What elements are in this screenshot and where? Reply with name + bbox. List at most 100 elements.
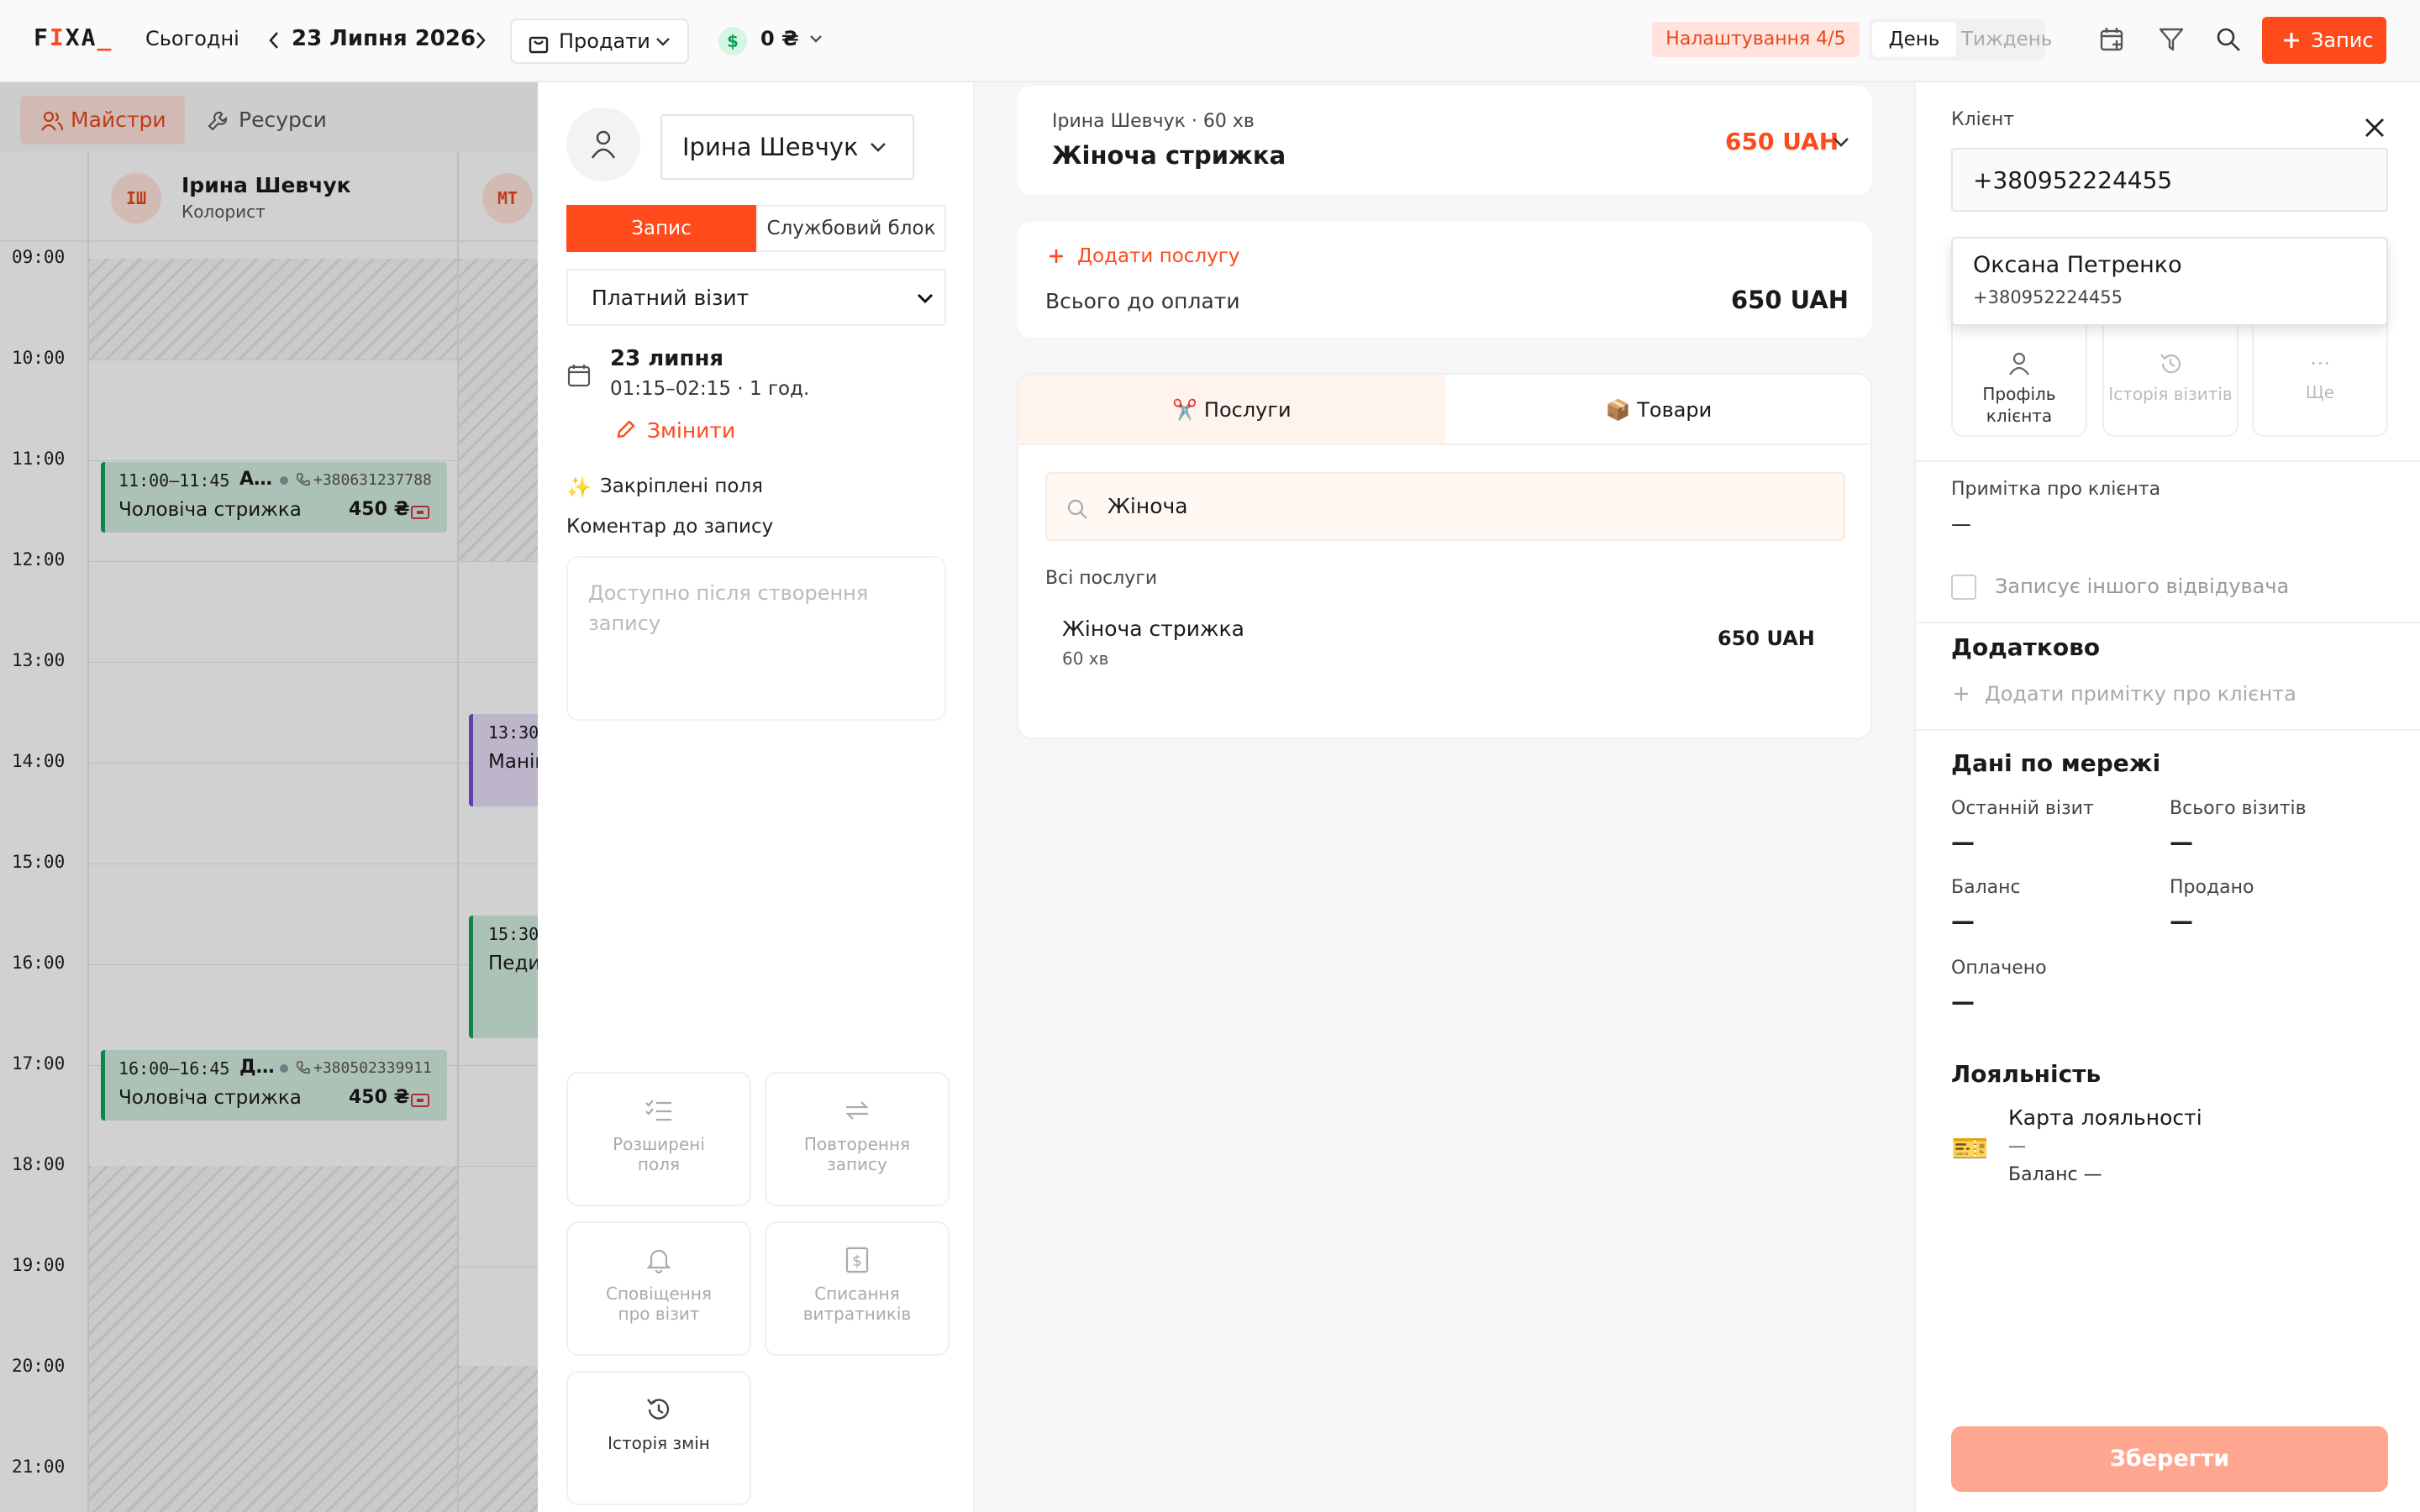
extended-fields-button[interactable]: Розширені поля bbox=[566, 1072, 751, 1206]
client-phone-input[interactable]: +380952224455 bbox=[1951, 148, 2388, 212]
current-date: 23 Липня 2026 bbox=[292, 26, 476, 51]
history-icon bbox=[2159, 351, 2182, 376]
search-icon[interactable] bbox=[2215, 26, 2242, 53]
suggestion-phone: +380952224455 bbox=[1973, 287, 2123, 307]
network-section-title: Дані по мережі bbox=[1951, 749, 2161, 777]
svg-text:$: $ bbox=[852, 1252, 861, 1270]
client-profile-button[interactable]: Профіль клієнта bbox=[1951, 307, 2087, 437]
users-icon bbox=[40, 110, 64, 132]
more-label: Ще bbox=[2305, 382, 2335, 402]
cash-icon: $ bbox=[718, 27, 747, 55]
user-icon bbox=[2007, 351, 2031, 376]
visit-type-select[interactable]: Платний візит bbox=[566, 269, 946, 326]
hour-label: 14:00 bbox=[12, 751, 66, 771]
balance-value[interactable]: 0 ₴ bbox=[760, 27, 799, 50]
tab-week[interactable]: Тиждень bbox=[1961, 22, 2052, 57]
appointment-card[interactable]: 15:30 Педи bbox=[469, 916, 538, 1038]
tab-goods[interactable]: 📦 Товари bbox=[1445, 375, 1872, 445]
sell-dropdown[interactable]: Продати bbox=[510, 18, 689, 64]
stat-label: Всього візитів bbox=[2170, 798, 2307, 819]
tab-day[interactable]: День bbox=[1872, 22, 1956, 57]
wrench-icon bbox=[207, 110, 229, 132]
total-label: Всього до оплати bbox=[1045, 289, 1240, 313]
change-time-link[interactable]: Змінити bbox=[647, 418, 735, 443]
appointment-card[interactable]: 16:00–16:45 Д… +380502339911 Чоловіча ст… bbox=[101, 1050, 447, 1121]
status-dot bbox=[280, 476, 288, 485]
search-value: Жіноча bbox=[1107, 494, 1188, 518]
add-client-note-link[interactable]: Додати примітку про клієнта bbox=[1985, 682, 2296, 706]
more-button[interactable]: ⋯ Ще bbox=[2252, 307, 2388, 437]
pinned-fields-label[interactable]: Закріплені поля bbox=[600, 475, 763, 497]
calendar-add-icon[interactable] bbox=[2099, 26, 2126, 53]
save-button[interactable]: Зберегти bbox=[1951, 1426, 2388, 1492]
client-label: Клієнт bbox=[1951, 109, 2015, 130]
appointment-phone: +380502339911 bbox=[313, 1059, 432, 1077]
balance-chevron-icon[interactable] bbox=[808, 32, 823, 47]
tab-booking[interactable]: Запис bbox=[566, 205, 756, 252]
service-search-input[interactable]: Жіноча bbox=[1045, 472, 1845, 541]
add-service-link[interactable]: Додати послугу bbox=[1077, 245, 1239, 267]
loyalty-card-label: Карта лояльності bbox=[2008, 1105, 2202, 1130]
chevron-down-icon[interactable] bbox=[1832, 134, 1850, 151]
notifications-button[interactable]: Сповіщення про візит bbox=[566, 1221, 751, 1356]
appointment-client: А… bbox=[239, 469, 273, 490]
today-button[interactable]: Сьогодні bbox=[145, 27, 239, 50]
hour-label: 12:00 bbox=[12, 549, 66, 570]
service-price: 650 UAH bbox=[1718, 627, 1815, 650]
plus-icon[interactable] bbox=[1953, 685, 1970, 702]
suggestion-name: Оксана Петренко bbox=[1973, 252, 2182, 278]
visit-history-button[interactable]: Історія візитів bbox=[2102, 307, 2238, 437]
services-catalog: ✂️ Послуги 📦 Товари Жіноча Всі послуги Ж… bbox=[1017, 373, 1872, 739]
appointment-phone: +380631237788 bbox=[313, 471, 432, 489]
services-panel: Ірина Шевчук · 60 хв Жіноча стрижка 650 … bbox=[975, 82, 1914, 1512]
appointment-card[interactable]: 13:30 Манік bbox=[469, 714, 538, 806]
hour-label: 19:00 bbox=[12, 1255, 66, 1275]
phone-icon bbox=[295, 472, 310, 487]
setup-progress-badge[interactable]: Налаштування 4/5 bbox=[1652, 22, 1860, 57]
new-booking-button[interactable]: Запис bbox=[2262, 17, 2386, 64]
app-logo[interactable]: FIXA_ bbox=[34, 24, 113, 51]
selected-service-card[interactable]: Ірина Шевчук · 60 хв Жіноча стрижка 650 … bbox=[1017, 86, 1872, 195]
appointment-time: 16:00–16:45 bbox=[118, 1058, 230, 1079]
client-suggestion[interactable]: Оксана Петренко +380952224455 bbox=[1951, 237, 2388, 326]
extended-fields-label: Розширені поля bbox=[613, 1134, 705, 1174]
hour-label: 18:00 bbox=[12, 1154, 66, 1174]
filter-icon[interactable] bbox=[2158, 26, 2185, 53]
close-icon[interactable] bbox=[2363, 116, 2386, 139]
client-phone-value: +380952224455 bbox=[1973, 166, 2173, 194]
tab-resources[interactable]: Ресурси bbox=[207, 96, 341, 144]
tab-service-block[interactable]: Службовий блок bbox=[756, 205, 946, 252]
list-item[interactable]: Жіноча стрижка 60 хв 650 UAH bbox=[1045, 603, 1845, 682]
search-icon bbox=[1065, 497, 1089, 521]
plus-icon[interactable] bbox=[1047, 247, 1065, 265]
loyalty-card-value: — bbox=[2008, 1136, 2026, 1156]
client-profile-label: Профіль клієнта bbox=[1982, 384, 2056, 426]
master-name[interactable]: Ірина Шевчук bbox=[182, 173, 351, 197]
comment-textarea[interactable]: Доступно після створення запису bbox=[566, 556, 946, 721]
other-visitor-checkbox[interactable] bbox=[1951, 575, 1976, 600]
comment-placeholder: Доступно після створення запису bbox=[588, 581, 869, 635]
hour-label: 13:00 bbox=[12, 650, 66, 670]
tab-masters[interactable]: Майстри bbox=[20, 96, 185, 144]
other-visitor-label[interactable]: Записує іншого відвідувача bbox=[1995, 575, 2289, 598]
change-history-button[interactable]: Історія змін bbox=[566, 1371, 751, 1505]
appointment-time: 11:00–11:45 bbox=[118, 470, 230, 491]
tab-services[interactable]: ✂️ Послуги bbox=[1018, 375, 1445, 445]
prev-day-icon[interactable] bbox=[267, 30, 281, 50]
stat-value: — bbox=[2170, 907, 2193, 935]
total-value: 650 UAH bbox=[1731, 286, 1849, 314]
client-note-label: Примітка про клієнта bbox=[1951, 479, 2161, 500]
hour-label: 10:00 bbox=[12, 348, 66, 368]
master-select[interactable]: Ірина Шевчук bbox=[660, 114, 914, 180]
next-day-icon[interactable] bbox=[474, 30, 487, 50]
visit-history-label: Історія візитів bbox=[2108, 384, 2233, 404]
loyalty-balance: Баланс — bbox=[2008, 1164, 2102, 1185]
consumables-button[interactable]: $ Списання витратників bbox=[765, 1221, 950, 1356]
stat-label: Оплачено bbox=[1951, 958, 2047, 979]
pencil-icon[interactable] bbox=[615, 418, 637, 440]
repeat-booking-button[interactable]: Повторення запису bbox=[765, 1072, 950, 1206]
appointment-client: Д… bbox=[239, 1057, 275, 1078]
appointment-card[interactable]: 11:00–11:45 А… +380631237788 Чоловіча ст… bbox=[101, 462, 447, 533]
change-history-label: Історія змін bbox=[608, 1433, 710, 1453]
appointment-price: 450 ₴ bbox=[349, 499, 410, 520]
